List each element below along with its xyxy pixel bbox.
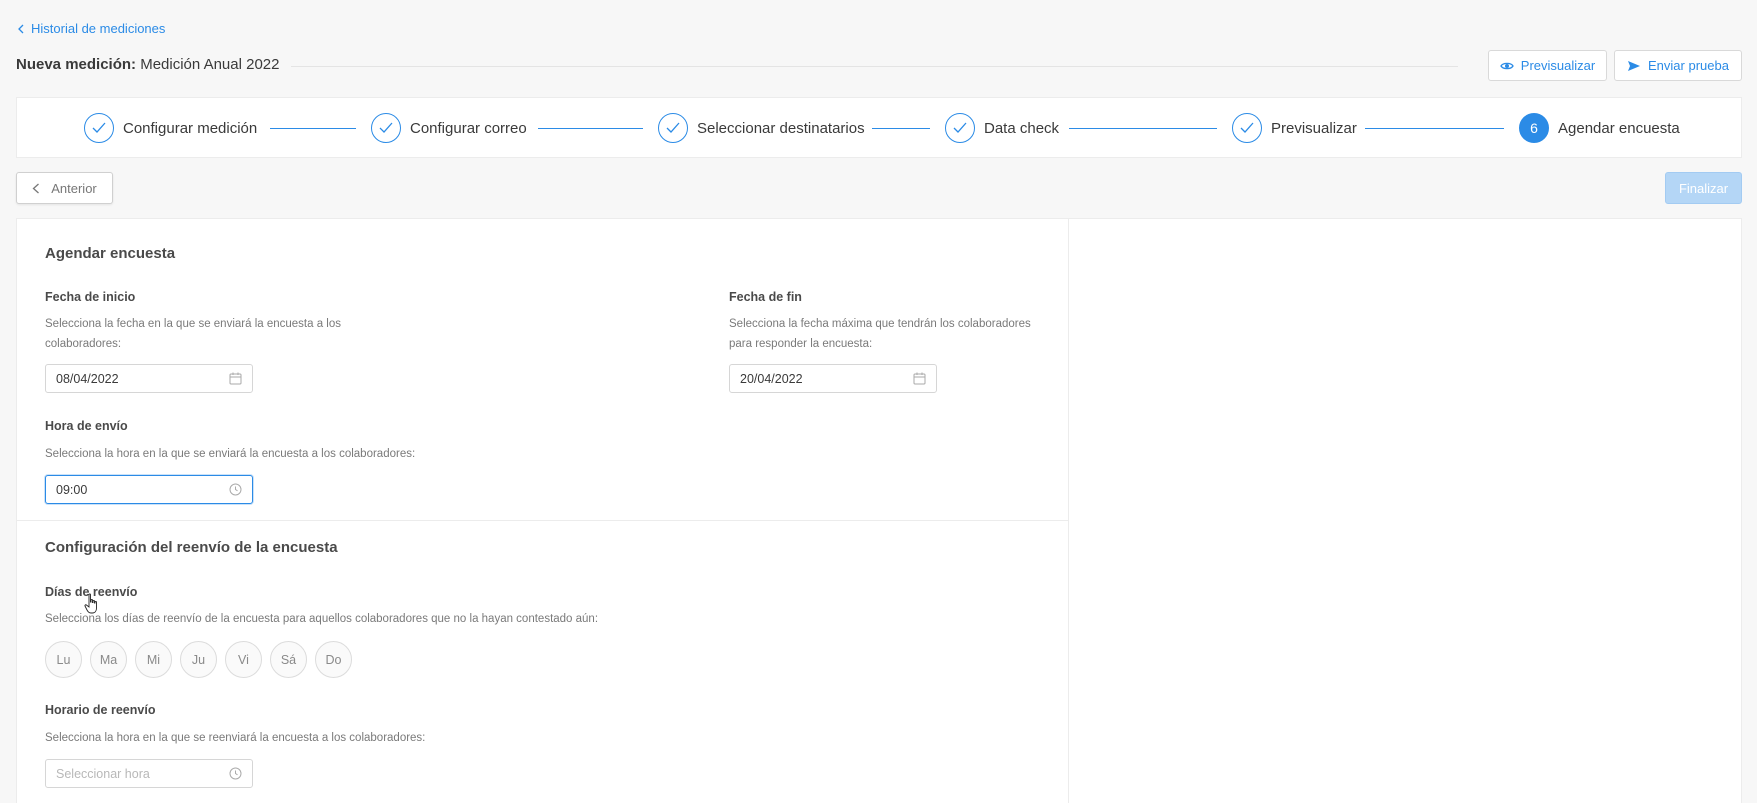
resend-days-selector: Lu Ma Mi Ju Vi Sá Do xyxy=(45,641,352,678)
section-divider xyxy=(16,520,1068,521)
check-icon xyxy=(379,122,393,133)
chevron-left-icon xyxy=(32,183,40,193)
step-configurar-correo[interactable]: Configurar correo xyxy=(371,113,527,143)
resend-time-placeholder: Seleccionar hora xyxy=(56,766,150,781)
step-connector xyxy=(872,128,930,129)
step-seleccionar-destinatarios[interactable]: Seleccionar destinatarios xyxy=(658,113,865,143)
start-date-input[interactable]: 08/04/2022 xyxy=(45,364,253,393)
send-time-description: Selecciona la hora en la que se enviará … xyxy=(45,448,416,460)
calendar-icon xyxy=(229,372,242,385)
previous-button-label: Anterior xyxy=(51,180,97,196)
step-label: Configurar medición xyxy=(123,119,258,137)
send-time-label: Hora de envío xyxy=(45,419,128,433)
end-date-description: Selecciona la fecha máxima que tendrán l… xyxy=(729,314,1069,354)
step-connector xyxy=(1365,128,1504,129)
step-check-circle xyxy=(1232,113,1262,143)
page-title-name: Medición Anual 2022 xyxy=(140,56,280,73)
eye-icon xyxy=(1500,62,1514,69)
resend-days-description: Selecciona los días de reenvío de la enc… xyxy=(45,613,599,625)
step-connector xyxy=(1069,128,1217,129)
resend-time-input[interactable]: Seleccionar hora xyxy=(45,759,253,788)
day-toggle-martes[interactable]: Ma xyxy=(90,641,127,678)
schedule-section-title: Agendar encuesta xyxy=(45,245,176,262)
check-icon xyxy=(953,122,967,133)
step-label: Data check xyxy=(984,119,1060,137)
send-test-button-label: Enviar prueba xyxy=(1648,58,1729,73)
step-label: Previsualizar xyxy=(1271,119,1357,137)
title-divider xyxy=(291,66,1458,67)
send-time-value: 09:00 xyxy=(56,482,88,497)
step-previsualizar[interactable]: Previsualizar xyxy=(1232,113,1357,143)
step-number-circle: 6 xyxy=(1519,113,1549,143)
clock-icon xyxy=(229,767,242,780)
step-check-circle xyxy=(658,113,688,143)
start-date-desc-line: colaboradores: xyxy=(45,338,122,350)
check-icon xyxy=(92,122,106,133)
step-check-circle xyxy=(945,113,975,143)
step-check-circle xyxy=(84,113,114,143)
start-date-value: 08/04/2022 xyxy=(56,371,119,386)
day-toggle-miercoles[interactable]: Mi xyxy=(135,641,172,678)
day-toggle-sabado[interactable]: Sá xyxy=(270,641,307,678)
step-label: Seleccionar destinatarios xyxy=(697,119,865,137)
resend-time-label: Horario de reenvío xyxy=(45,703,156,717)
page-title-prefix: Nueva medición: xyxy=(16,56,137,73)
day-toggle-domingo[interactable]: Do xyxy=(315,641,352,678)
resend-time-description: Selecciona la hora en la que se reenviar… xyxy=(45,732,426,744)
hand-pointer-cursor-icon xyxy=(84,593,97,614)
end-date-input[interactable]: 20/04/2022 xyxy=(729,364,937,393)
calendar-icon xyxy=(913,372,926,385)
step-data-check[interactable]: Data check xyxy=(945,113,1059,143)
finish-button[interactable]: Finalizar xyxy=(1665,172,1742,204)
back-link-label: Historial de mediciones xyxy=(31,21,166,36)
send-test-button[interactable]: Enviar prueba xyxy=(1614,50,1742,81)
page-title: Nueva medición: Medición Anual 2022 xyxy=(16,56,279,73)
preview-button-label: Previsualizar xyxy=(1520,58,1596,73)
schedule-card xyxy=(16,218,1742,803)
check-icon xyxy=(666,122,680,133)
send-icon xyxy=(1628,60,1641,71)
start-date-desc-line: Selecciona la fecha en la que se enviará… xyxy=(45,318,342,330)
vertical-divider xyxy=(1068,218,1069,803)
day-toggle-jueves[interactable]: Ju xyxy=(180,641,217,678)
clock-icon xyxy=(229,483,242,496)
end-date-label: Fecha de fin xyxy=(729,290,802,304)
stepper: Configurar medición Configurar correo Se… xyxy=(16,97,1742,158)
step-connector xyxy=(270,128,356,129)
day-toggle-viernes[interactable]: Vi xyxy=(225,641,262,678)
send-time-input[interactable]: 09:00 xyxy=(45,475,253,504)
step-label: Configurar correo xyxy=(410,119,527,137)
step-agendar-encuesta[interactable]: 6 Agendar encuesta xyxy=(1519,113,1680,143)
chevron-left-icon xyxy=(18,24,24,33)
step-check-circle xyxy=(371,113,401,143)
step-label: Agendar encuesta xyxy=(1558,119,1680,137)
end-date-value: 20/04/2022 xyxy=(740,371,803,386)
preview-button[interactable]: Previsualizar xyxy=(1488,50,1607,81)
back-link-historial[interactable]: Historial de mediciones xyxy=(17,21,165,36)
step-connector xyxy=(538,128,643,129)
step-configurar-medicion[interactable]: Configurar medición xyxy=(84,113,257,143)
end-date-desc-line: Selecciona la fecha máxima que tendrán l… xyxy=(729,318,1031,330)
check-icon xyxy=(1240,122,1254,133)
previous-button[interactable]: Anterior xyxy=(16,172,113,204)
start-date-label: Fecha de inicio xyxy=(45,290,136,304)
resend-section-title: Configuración del reenvío de la encuesta xyxy=(45,539,338,556)
day-toggle-lunes[interactable]: Lu xyxy=(45,641,82,678)
start-date-description: Selecciona la fecha en la que se enviará… xyxy=(45,314,385,354)
end-date-desc-line: para responder la encuesta: xyxy=(729,338,873,350)
